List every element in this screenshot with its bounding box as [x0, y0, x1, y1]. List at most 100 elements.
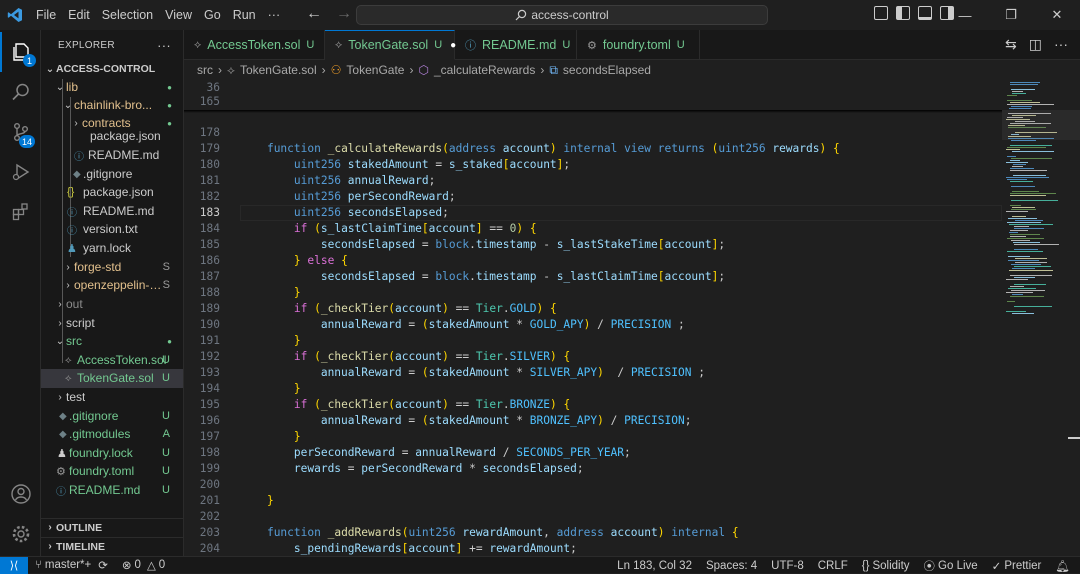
tab-foundry-toml[interactable]: ⚙ foundry.toml U: [577, 30, 700, 60]
customize-layout-icon[interactable]: [874, 6, 888, 20]
cursor-position[interactable]: Ln 183, Col 32: [610, 560, 699, 572]
menu-go[interactable]: Go: [198, 8, 227, 22]
code-line[interactable]: 188 }: [184, 285, 1002, 301]
tree-file-version[interactable]: ⓘ version.txt: [41, 220, 183, 239]
tree-folder-forge-std[interactable]: › forge-std S: [41, 258, 183, 277]
problems-status[interactable]: ⊗ 0 △ 0: [115, 558, 172, 572]
notifications-bell-icon[interactable]: 🔔︎: [1048, 559, 1080, 573]
code-line[interactable]: 192 if (_checkTier(account) == Tier.SILV…: [184, 349, 1002, 365]
explorer-icon[interactable]: 1: [0, 32, 41, 72]
tree-file-readme-2[interactable]: ⓘ README.md: [41, 202, 183, 221]
back-arrow-icon[interactable]: ←: [306, 5, 322, 23]
tab-tokengate[interactable]: ⟡ TokenGate.sol U ●: [325, 30, 456, 60]
manage-gear-icon[interactable]: [0, 514, 41, 554]
tree-file-package-json[interactable]: package.json: [41, 128, 183, 144]
breadcrumb-src[interactable]: src: [197, 63, 213, 77]
breadcrumb-function[interactable]: _calculateRewards: [434, 63, 535, 77]
compare-changes-icon[interactable]: ⇆: [1005, 36, 1017, 53]
code-line[interactable]: 198 perSecondReward = annualReward / SEC…: [184, 445, 1002, 461]
tree-folder-src[interactable]: ⌄ src ●: [41, 332, 183, 351]
minimize-icon[interactable]: —: [942, 0, 988, 30]
timeline-section[interactable]: › TIMELINE: [41, 537, 183, 556]
remote-indicator-icon[interactable]: ⟩⟨: [0, 556, 28, 574]
breadcrumb-contract[interactable]: TokenGate: [346, 63, 404, 77]
code-line[interactable]: 196 annualReward = (stakedAmount * BRONZ…: [184, 413, 1002, 429]
branch-status[interactable]: ⑂ master*+ ⟳: [28, 558, 115, 572]
tree-file-tokengate[interactable]: ⟡ TokenGate.sol U: [41, 369, 183, 388]
explorer-root-folder[interactable]: ⌄ ACCESS-CONTROL: [41, 60, 183, 79]
more-actions-icon[interactable]: ···: [1054, 36, 1068, 53]
breadcrumb-variable[interactable]: secondsElapsed: [563, 63, 651, 77]
language-mode[interactable]: {} Solidity: [855, 560, 917, 572]
indentation[interactable]: Spaces: 4: [699, 560, 764, 572]
code-line[interactable]: 203 function _addRewards(uint256 rewardA…: [184, 525, 1002, 541]
tree-folder-chainlink[interactable]: ⌄ chainlink-bro... ●: [41, 96, 183, 115]
tree-file-readme[interactable]: ⓘ README.md: [41, 146, 183, 165]
tab-readme[interactable]: ⓘ README.md U: [455, 30, 577, 60]
code-line[interactable]: 184 if (s_lastClaimTime[account] == 0) {: [184, 221, 1002, 237]
minimap-slider[interactable]: [1002, 110, 1080, 140]
restore-icon[interactable]: ❐: [988, 0, 1034, 30]
toggle-panel-icon[interactable]: [918, 6, 932, 20]
tree-file-root-readme[interactable]: ⓘ README.md U: [41, 481, 183, 500]
end-of-line[interactable]: CRLF: [811, 560, 855, 572]
command-center-search[interactable]: access-control: [356, 5, 768, 25]
code-line[interactable]: 189 if (_checkTier(account) == Tier.GOLD…: [184, 301, 1002, 317]
forward-arrow-icon[interactable]: →: [336, 5, 352, 23]
code-editor[interactable]: 36 165 178 179 function _calculateRewards…: [184, 80, 1002, 556]
code-line[interactable]: 179 function _calculateRewards(address a…: [184, 141, 1002, 157]
sticky-line[interactable]: 165: [184, 94, 1002, 110]
code-line[interactable]: 194 }: [184, 381, 1002, 397]
code-line[interactable]: 201 }: [184, 493, 1002, 509]
tab-accesstoken[interactable]: ⟡ AccessToken.sol U: [184, 30, 325, 60]
code-line[interactable]: 182 uint256 perSecondReward;: [184, 189, 1002, 205]
code-line[interactable]: 185 secondsElapsed = block.timestamp - s…: [184, 237, 1002, 253]
tree-folder-lib[interactable]: ⌄ lib ●: [41, 78, 183, 97]
scrollbar-thumb[interactable]: [1068, 437, 1080, 439]
code-line[interactable]: 187 secondsElapsed = block.timestamp - s…: [184, 269, 1002, 285]
tree-file-foundry-toml[interactable]: ⚙ foundry.toml U: [41, 462, 183, 481]
menu-more[interactable]: ···: [262, 8, 287, 22]
tree-folder-out[interactable]: › out: [41, 295, 183, 314]
tree-folder-test[interactable]: › test: [41, 388, 183, 407]
split-editor-icon[interactable]: ◫: [1029, 36, 1042, 53]
encoding[interactable]: UTF-8: [764, 560, 811, 572]
close-icon[interactable]: ✕: [1034, 0, 1080, 30]
menu-run[interactable]: Run: [227, 8, 262, 22]
accounts-icon[interactable]: [0, 474, 41, 514]
extensions-icon[interactable]: [0, 192, 41, 232]
toggle-primary-sidebar-icon[interactable]: [896, 6, 910, 20]
breadcrumb-file[interactable]: TokenGate.sol: [240, 63, 317, 77]
code-line[interactable]: 183 uint256 secondsElapsed;: [184, 205, 1002, 221]
code-line[interactable]: 202: [184, 509, 1002, 525]
code-line[interactable]: 178: [184, 125, 1002, 141]
tree-file-package-json-2[interactable]: {} package.json: [41, 183, 183, 202]
code-line[interactable]: 200: [184, 477, 1002, 493]
code-line[interactable]: 180 uint256 stakedAmount = s_staked[acco…: [184, 157, 1002, 173]
tree-file-foundry-lock[interactable]: ♟ foundry.lock U: [41, 444, 183, 463]
outline-section[interactable]: › OUTLINE: [41, 518, 183, 537]
menu-file[interactable]: File: [30, 8, 62, 22]
code-line[interactable]: 195 if (_checkTier(account) == Tier.BRON…: [184, 397, 1002, 413]
code-line[interactable]: 186 } else {: [184, 253, 1002, 269]
code-line[interactable]: 191 }: [184, 333, 1002, 349]
tree-file-gitmodules[interactable]: ◆ .gitmodules A: [41, 425, 183, 444]
code-line[interactable]: 199 rewards = perSecondReward * secondsE…: [184, 461, 1002, 477]
tree-file-accesstoken[interactable]: ⟡ AccessToken.sol U: [41, 351, 183, 370]
tree-file-yarn-lock[interactable]: ♟ yarn.lock: [41, 239, 183, 258]
tree-folder-script[interactable]: › script: [41, 314, 183, 333]
tree-file-gitignore[interactable]: ◆ .gitignore: [41, 165, 183, 184]
code-line[interactable]: 190 annualReward = (stakedAmount * GOLD_…: [184, 317, 1002, 333]
search-icon[interactable]: [0, 72, 41, 112]
menu-view[interactable]: View: [159, 8, 198, 22]
source-control-icon[interactable]: 14: [0, 112, 41, 152]
menu-selection[interactable]: Selection: [96, 8, 159, 22]
minimap[interactable]: [1002, 80, 1080, 556]
menu-edit[interactable]: Edit: [62, 8, 96, 22]
code-line[interactable]: 181 uint256 annualReward;: [184, 173, 1002, 189]
run-debug-icon[interactable]: [0, 152, 41, 192]
code-line[interactable]: 193 annualReward = (stakedAmount * SILVE…: [184, 365, 1002, 381]
prettier-status[interactable]: ✓ Prettier: [985, 559, 1049, 573]
code-line[interactable]: 204 s_pendingRewards[account] += rewardA…: [184, 541, 1002, 556]
code-line[interactable]: 197 }: [184, 429, 1002, 445]
